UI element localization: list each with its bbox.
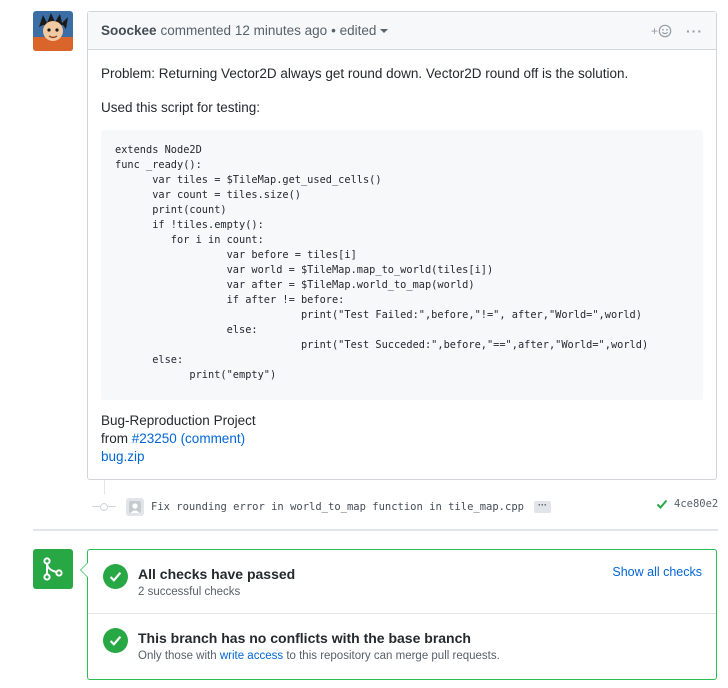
add-reaction-button[interactable]: +: [651, 24, 672, 38]
comment-box: Soockee commented 12 minutes ago • edite…: [87, 11, 717, 480]
reaction-plus-label: +: [650, 23, 658, 38]
edited-label: • edited: [331, 23, 377, 38]
bug-zip-link[interactable]: bug.zip: [101, 449, 145, 464]
commit-author-avatar[interactable]: [126, 498, 144, 516]
conflicts-title: This branch has no conflicts with the ba…: [138, 630, 471, 646]
commit-message-link[interactable]: Fix rounding error in world_to_map funct…: [151, 501, 524, 513]
conflicts-sub-prefix: Only those with: [138, 650, 217, 662]
timeline-divider: [33, 529, 718, 531]
code-block: extends Node2D func _ready(): var tiles …: [101, 130, 703, 400]
comment-attachments: Bug-Reproduction Project from #23250 (co…: [101, 412, 256, 466]
conflicts-status-row: This branch has no conflicts with the ba…: [88, 614, 716, 678]
conflicts-subtitle: Only those with write access to this rep…: [138, 650, 500, 662]
comment-author[interactable]: Soockee: [101, 23, 157, 38]
checks-title: All checks have passed: [138, 566, 296, 582]
smiley-icon: [658, 24, 672, 37]
git-merge-icon: [33, 549, 73, 589]
timeline-line: [104, 480, 105, 494]
code-content: extends Node2D func _ready(): var tiles …: [115, 144, 649, 381]
checks-subtitle: 2 successful checks: [138, 586, 241, 598]
edited-dropdown[interactable]: • edited: [331, 23, 389, 38]
commit-expand-button[interactable]: ···: [533, 501, 551, 513]
comment-paragraph-problem: Problem: Returning Vector2D always get r…: [101, 66, 629, 81]
check-circle-icon: [103, 564, 128, 589]
comment-timestamp[interactable]: commented 12 minutes ago: [161, 23, 328, 38]
github-user-icon: [129, 501, 141, 513]
conflicts-sub-suffix: to this repository can merge pull reques…: [286, 650, 500, 662]
commit-item: Fix rounding error in world_to_map funct…: [92, 494, 728, 520]
from-label: from: [101, 431, 128, 446]
avatar[interactable]: [33, 11, 73, 51]
comment-header: Soockee commented 12 minutes ago • edite…: [88, 12, 716, 50]
check-circle-icon: [103, 628, 128, 653]
more-options-button[interactable]: ···: [686, 23, 703, 39]
chevron-down-icon: [380, 29, 389, 34]
comment-paragraph-script: Used this script for testing:: [101, 100, 261, 115]
checks-status-row: All checks have passed 2 successful chec…: [88, 550, 716, 614]
commit-node-icon: [92, 501, 116, 513]
issue-comment-link[interactable]: #23250 (comment): [132, 431, 245, 446]
show-all-checks-link[interactable]: Show all checks: [612, 565, 702, 579]
commit-sha-link[interactable]: 4ce80e2: [674, 498, 718, 510]
merge-status-box: All checks have passed 2 successful chec…: [80, 549, 717, 680]
write-access-link[interactable]: write access: [220, 650, 283, 662]
bug-project-title: Bug-Reproduction Project: [101, 413, 256, 428]
check-icon[interactable]: [656, 498, 668, 510]
